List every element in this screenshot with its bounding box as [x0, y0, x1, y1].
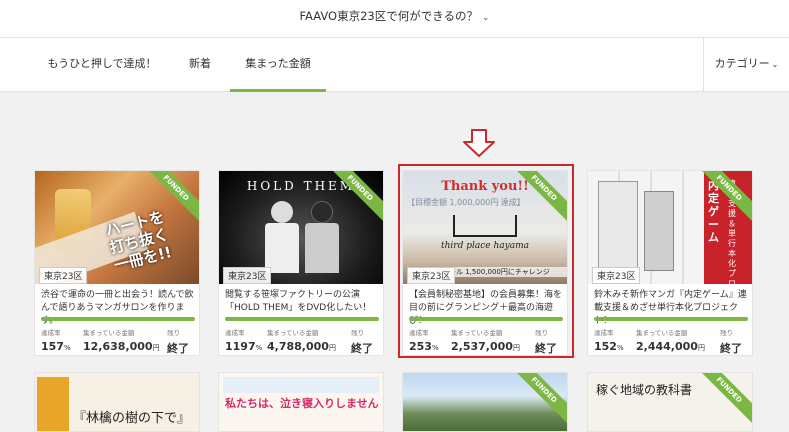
remaining-value: 終了: [720, 342, 742, 355]
project-thumbnail: [223, 377, 379, 393]
progress-bar: [594, 317, 748, 321]
remaining-label: 残り: [167, 329, 180, 337]
progress-bar: [41, 317, 195, 321]
rate-label: 達成率: [41, 329, 61, 337]
tab-almost-achieved[interactable]: もうひと押しで達成！: [46, 38, 158, 92]
project-stats: 達成率 1197% 集まっている金額 4,788,000円 残り終了: [225, 327, 379, 355]
project-stats: 達成率 152% 集まっている金額 2,444,000円 残り終了: [594, 327, 748, 355]
category-label: カテゴリー: [714, 57, 770, 70]
rate-unit: %: [616, 344, 624, 352]
thumbnail-caption: 『林檎の樹の下で』: [73, 411, 191, 426]
rate-label: 達成率: [225, 329, 245, 337]
amount-unit: 円: [328, 344, 336, 352]
funded-badge: FUNDED: [692, 373, 752, 427]
amount-unit: 円: [697, 344, 705, 352]
project-thumbnail: [37, 377, 69, 431]
amount-value: 4,788,000: [267, 340, 329, 353]
rate-value: 1197: [225, 340, 256, 353]
project-title: 渋谷で運命の一冊と出会う！読んで飲んで語りあうマンガサロンを作ります。: [41, 290, 194, 326]
project-card[interactable]: 『林檎の樹の下で』: [34, 372, 200, 432]
thumbnail-caption: ハートを打ち抜く一冊を!!: [103, 207, 174, 275]
project-card[interactable]: 稼ぐ地域の教科書 FUNDED: [587, 372, 753, 432]
amount-unit: 円: [152, 344, 160, 352]
funded-badge: FUNDED: [507, 373, 567, 427]
rate-unit: %: [255, 344, 263, 352]
project-title: 閲覧する笹塚ファクトリーの公演「HOLD THEM」をDVD化したい！: [225, 290, 372, 313]
rate-value: 152: [594, 340, 617, 353]
top-bar: FAAVO東京23区で何ができるの？ ⌄: [0, 0, 789, 38]
project-card[interactable]: 私たちは、泣き寝入りしません: [218, 372, 384, 432]
project-stats: 達成率 157% 集まっている金額 12,638,000円 残り終了: [41, 327, 195, 355]
amount-label: 集まっている金額: [267, 329, 319, 337]
amount-label: 集まっている金額: [636, 329, 688, 337]
highlight-frame: [398, 164, 574, 358]
category-dropdown[interactable]: カテゴリー ⌄: [703, 38, 789, 92]
remaining-value: 終了: [351, 342, 373, 355]
chevron-down-icon: ⌄: [771, 60, 779, 69]
tab-amount-collected[interactable]: 集まった金額: [230, 38, 326, 92]
rate-value: 157: [41, 340, 64, 353]
project-card[interactable]: 内定ゲーム 連載支援＆単行本化プロジェクト FUNDED 東京23区 鈴木みそ新…: [587, 170, 753, 356]
chevron-down-icon: ⌄: [481, 13, 490, 23]
project-card[interactable]: ハートを打ち抜く一冊を!! FUNDED 東京23区 渋谷で運命の一冊と出会う！…: [34, 170, 200, 356]
area-tag: 東京23区: [39, 267, 88, 284]
tab-new[interactable]: 新着: [180, 38, 220, 92]
down-arrow-icon: [463, 129, 495, 157]
project-card[interactable]: HOLD THEM FUNDED 東京23区 閲覧する笹塚ファクトリーの公演「H…: [218, 170, 384, 356]
remaining-label: 残り: [351, 329, 364, 337]
thumbnail-caption: 私たちは、泣き寝入りしません: [225, 397, 379, 410]
remaining-value: 終了: [167, 342, 189, 355]
sort-tabs: もうひと押しで達成！ 新着 集まった金額 カテゴリー ⌄: [0, 38, 789, 92]
amount-value: 2,444,000: [636, 340, 698, 353]
rate-label: 達成率: [594, 329, 614, 337]
amount-value: 12,638,000: [83, 340, 153, 353]
progress-bar: [225, 317, 379, 321]
area-tag: 東京23区: [223, 267, 272, 284]
site-title: FAAVO東京23区で何ができるの？: [299, 9, 478, 23]
project-title: 鈴木みそ新作マンガ『内定ゲーム』連載支援＆めざせ単行本化プロジェクト！: [594, 290, 747, 326]
remaining-label: 残り: [720, 329, 733, 337]
project-card[interactable]: FUNDED: [402, 372, 568, 432]
site-menu-toggle[interactable]: FAAVO東京23区で何ができるの？ ⌄: [0, 8, 789, 24]
amount-label: 集まっている金額: [83, 329, 135, 337]
area-tag: 東京23区: [592, 267, 641, 284]
rate-unit: %: [63, 344, 71, 352]
thumbnail-caption: 稼ぐ地域の教科書: [596, 383, 693, 397]
